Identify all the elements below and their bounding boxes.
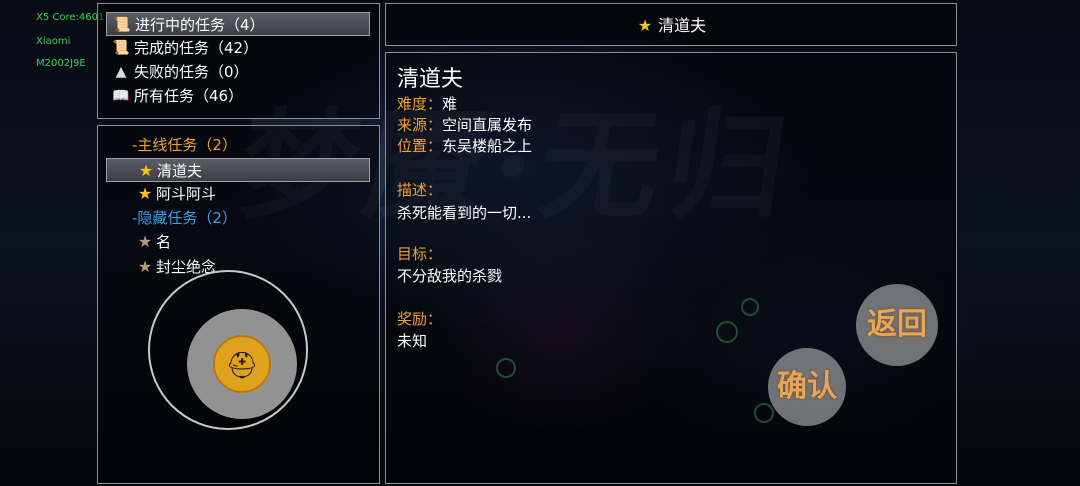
star-icon: ★	[137, 257, 153, 276]
swirl-decoration	[716, 321, 738, 343]
quest-title-bar: ★ 清道夫	[385, 3, 957, 46]
location-line: 位置：东吴楼船之上	[397, 137, 533, 155]
description-text: 杀死能看到的一切...	[397, 204, 532, 222]
goal-label: 目标：	[397, 245, 443, 263]
star-icon: ★	[138, 161, 154, 180]
group-main-tasks[interactable]: -主线任务（2）	[106, 133, 370, 157]
category-all[interactable]: 📖 所有任务（46）	[106, 84, 370, 108]
category-completed[interactable]: 📜 完成的任务（42）	[106, 36, 370, 60]
star-icon: ★	[637, 16, 653, 35]
category-label: 所有任务（46）	[134, 87, 244, 105]
task-label: 清道夫	[157, 162, 203, 180]
goal-text: 不分敌我的杀戮	[397, 267, 503, 285]
book-icon: 📖	[112, 88, 130, 104]
swirl-decoration	[496, 358, 516, 378]
swirl-decoration	[741, 298, 759, 316]
category-label: 进行中的任务（4）	[135, 16, 265, 34]
confirm-button[interactable]: 确认	[768, 348, 846, 426]
group-hidden-tasks[interactable]: -隐藏任务（2）	[106, 206, 370, 230]
scroll-open-icon: 📜	[113, 17, 131, 33]
failed-flag-icon: ▲	[115, 64, 127, 80]
star-icon: ★	[137, 184, 153, 203]
task-label: 名	[156, 233, 172, 251]
reward-label: 奖励：	[397, 310, 443, 328]
scroll-rolled-icon: 📜	[112, 40, 130, 56]
debug-model: M2002J9E	[36, 58, 86, 69]
quest-name: 清道夫	[397, 67, 464, 92]
star-icon: ★	[137, 232, 153, 251]
quest-detail-panel: 清道夫 难度：难 来源：空间直属发布 位置：东吴楼船之上 描述： 杀死能看到的一…	[385, 52, 957, 484]
source-line: 来源：空间直属发布	[397, 116, 533, 134]
task-item-qingdaofu[interactable]: ★ 清道夫	[106, 158, 370, 182]
category-label: 失败的任务（0）	[134, 63, 249, 81]
swirl-decoration	[754, 403, 774, 423]
description-label: 描述：	[397, 181, 443, 199]
task-label: 阿斗阿斗	[156, 185, 217, 203]
back-button[interactable]: 返回	[856, 284, 938, 366]
joystick-knob-helmet-icon[interactable]: ⛑	[213, 335, 271, 393]
debug-brand: Xiaomi	[36, 36, 71, 47]
task-item-adou[interactable]: ★ 阿斗阿斗	[106, 182, 370, 206]
quest-title: 清道夫	[658, 16, 707, 35]
reward-text: 未知	[397, 332, 428, 350]
debug-core: X5 Core:4601	[36, 12, 105, 23]
task-item-ming[interactable]: ★ 名	[106, 230, 370, 254]
category-panel: 📜 进行中的任务（4） 📜 完成的任务（42） ▲ 失败的任务（0） 📖 所有任…	[97, 3, 380, 119]
difficulty-line: 难度：难	[397, 95, 458, 113]
category-failed[interactable]: ▲ 失败的任务（0）	[106, 60, 370, 84]
category-in-progress[interactable]: 📜 进行中的任务（4）	[106, 12, 370, 36]
category-label: 完成的任务（42）	[134, 39, 259, 57]
